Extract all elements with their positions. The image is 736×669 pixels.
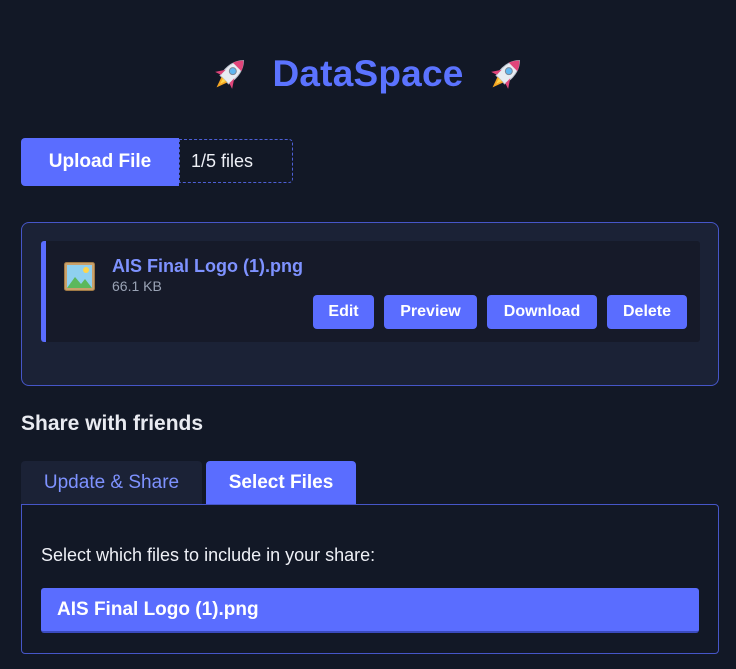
upload-file-button[interactable]: Upload File xyxy=(21,138,179,186)
file-list-panel: AIS Final Logo (1).png 66.1 KB Edit Prev… xyxy=(21,222,719,386)
rocket-icon xyxy=(208,52,252,96)
image-file-icon xyxy=(64,262,95,291)
rocket-icon xyxy=(484,52,528,96)
share-heading: Share with friends xyxy=(21,412,204,435)
file-count-indicator: 1/5 files xyxy=(179,139,293,183)
edit-button[interactable]: Edit xyxy=(313,295,374,329)
file-actions: Edit Preview Download Delete xyxy=(313,295,687,329)
tab-select-files[interactable]: Select Files xyxy=(206,461,356,505)
download-button[interactable]: Download xyxy=(487,295,597,329)
preview-button[interactable]: Preview xyxy=(384,295,477,329)
file-size: 66.1 KB xyxy=(112,278,162,294)
file-select-option[interactable]: AIS Final Logo (1).png xyxy=(41,588,699,633)
delete-button[interactable]: Delete xyxy=(607,295,687,329)
tab-update-share[interactable]: Update & Share xyxy=(21,461,202,505)
upload-bar: Upload File 1/5 files xyxy=(21,138,293,186)
app-title: DataSpace xyxy=(272,53,464,94)
file-name[interactable]: AIS Final Logo (1).png xyxy=(112,256,303,277)
file-item: AIS Final Logo (1).png 66.1 KB Edit Prev… xyxy=(41,241,700,342)
app-header: DataSpace xyxy=(0,52,736,96)
share-instruction: Select which files to include in your sh… xyxy=(41,545,376,565)
select-files-panel: Select which files to include in your sh… xyxy=(21,504,719,654)
share-tabs: Update & Share Select Files xyxy=(21,461,356,505)
